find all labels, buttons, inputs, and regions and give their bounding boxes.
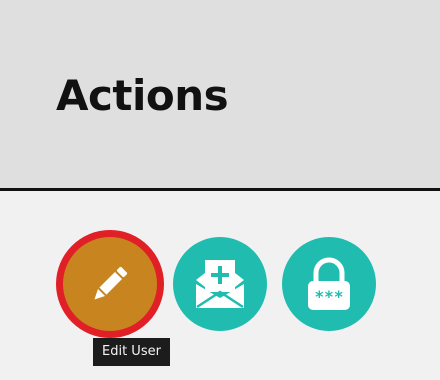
header: Actions	[0, 0, 440, 191]
envelope-plus-icon	[190, 254, 250, 314]
reset-password-button[interactable]: ***	[282, 237, 376, 331]
pencil-icon	[84, 258, 136, 310]
padlock-icon: ***	[302, 254, 356, 314]
page-title: Actions	[56, 71, 229, 120]
edit-user-button-face[interactable]	[63, 237, 157, 331]
edit-user-button[interactable]	[56, 230, 164, 338]
tooltip: Edit User	[93, 338, 170, 366]
svg-text:***: ***	[315, 287, 344, 306]
invite-user-button[interactable]	[173, 237, 267, 331]
